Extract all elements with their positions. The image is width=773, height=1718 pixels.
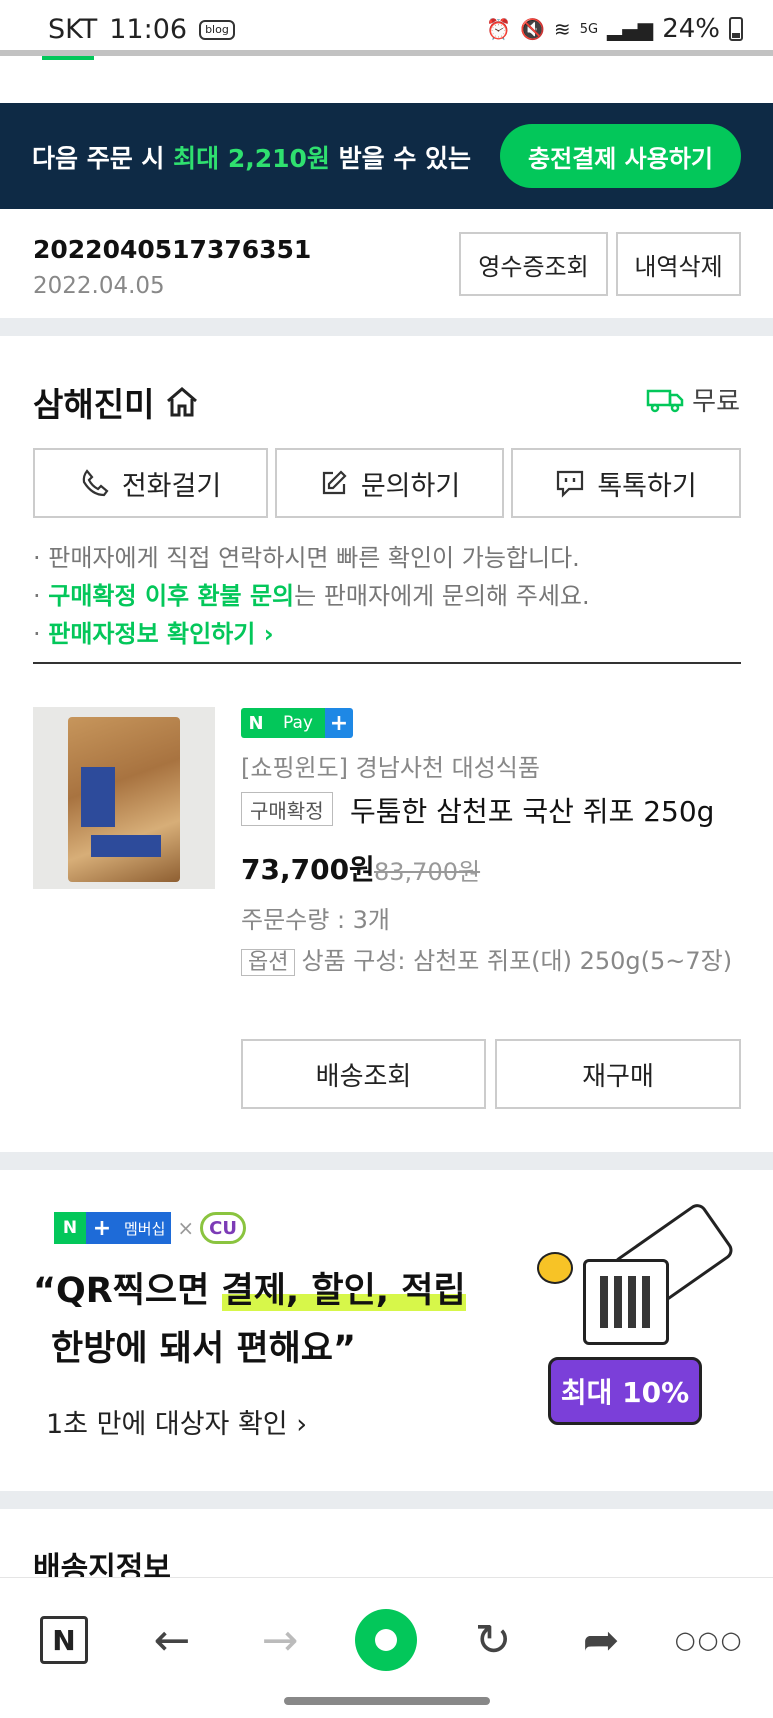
refresh-icon: ↻ (474, 1614, 512, 1666)
phone-icon (82, 469, 109, 497)
order-date: 2022.04.05 (33, 273, 165, 299)
notice-refund: · 구매확정 이후 환불 문의는 판매자에게 문의해 주세요. (33, 582, 590, 610)
promo-text: 다음 주문 시 최대 2,210원 받을 수 있는 (32, 144, 472, 173)
talk-button[interactable]: 톡톡하기 (511, 448, 741, 518)
store-home-icon[interactable] (164, 385, 200, 419)
share-button[interactable]: ➦ (569, 1608, 633, 1672)
carrier-label: SKT (48, 14, 98, 45)
clock: 11:06 (109, 14, 188, 45)
track-delivery-button[interactable]: 배송조회 (241, 1039, 486, 1109)
ad-headline: “QR찍으면 결제, 할인, 적립 한방에 돼서 편해요” (33, 1271, 466, 1369)
product-option: 옵션 상품 구성: 삼천포 쥐포(대) 250g(5~7장) (241, 942, 741, 982)
section-divider (0, 318, 773, 336)
battery-icon (729, 17, 743, 41)
divider-line (33, 662, 741, 664)
membership-cu-badge: N + 멤버십 × CU (54, 1212, 246, 1244)
refresh-button[interactable]: ↻ (461, 1608, 525, 1672)
order-quantity: 주문수량 : 3개 (241, 906, 391, 934)
status-bar-shadow (0, 50, 773, 56)
forward-button[interactable]: → (248, 1608, 312, 1672)
receipt-button[interactable]: 영수증조회 (459, 232, 608, 296)
network-5g-icon: 5G (579, 21, 599, 37)
call-button[interactable]: 전화걸기 (33, 448, 268, 518)
arrow-right-icon: → (261, 1614, 299, 1666)
edit-icon (322, 470, 347, 495)
home-indicator (284, 1697, 490, 1705)
promo-amount: 최대 2,210원 (173, 144, 330, 173)
alarm-icon: ⏰ (486, 17, 512, 41)
ad-check-link[interactable]: 1초 만에 대상자 확인 › (46, 1402, 307, 1441)
shipping-fee: 무료 (646, 381, 740, 418)
more-icon: ○○○ (674, 1626, 744, 1654)
active-tab-indicator (42, 56, 94, 60)
original-price: 83,700원 (374, 858, 481, 886)
product-thumbnail[interactable] (33, 707, 215, 889)
back-button[interactable]: ← (140, 1608, 204, 1672)
promo-banner[interactable]: 다음 주문 시 최대 2,210원 받을 수 있는 충전결제 사용하기 (0, 103, 773, 209)
mute-icon: 🔇 (520, 17, 545, 41)
chat-bubble-icon (557, 470, 584, 498)
green-dot-button[interactable] (354, 1608, 418, 1672)
status-bar: SKT 11:06 blog ⏰ 🔇 ≋ 5G ▂▄▆ 24% (0, 0, 773, 56)
qr-code-icon (583, 1259, 669, 1345)
order-number: 2022040517376351 (33, 235, 312, 264)
seller-name[interactable]: 삼해진미 (33, 378, 200, 426)
delivery-truck-icon (646, 389, 684, 412)
naver-logo-icon: N (40, 1616, 88, 1664)
delete-history-button[interactable]: 내역삭제 (616, 232, 741, 296)
product-name[interactable]: 두툼한 삼천포 국산 쥐포 250g (350, 790, 742, 830)
shop-name[interactable]: [쇼핑윈도] 경남사천 대성식품 (241, 748, 540, 783)
green-dot-icon (355, 1609, 417, 1671)
status-badge: 구매확정 (241, 792, 333, 826)
inquiry-button[interactable]: 문의하기 (275, 448, 504, 518)
seller-info-link[interactable]: · 판매자정보 확인하기 › (33, 614, 274, 649)
naver-home-button[interactable]: N (32, 1608, 96, 1672)
coin-icon (537, 1252, 573, 1284)
rebuy-button[interactable]: 재구매 (495, 1039, 741, 1109)
section-divider (0, 1491, 773, 1509)
notice-direct-contact: · 판매자에게 직접 연락하시면 빠른 확인이 가능합니다. (33, 544, 580, 572)
npay-plus-badge: N Pay + (241, 708, 353, 738)
signal-icon: ▂▄▆ (607, 17, 654, 41)
section-divider (0, 1152, 773, 1170)
discount-badge: 최대 10% (548, 1357, 702, 1425)
wifi-icon: ≋ (553, 17, 571, 41)
charge-pay-button[interactable]: 충전결제 사용하기 (500, 124, 741, 188)
arrow-left-icon: ← (153, 1614, 191, 1666)
battery-percent: 24% (662, 14, 720, 44)
product-price: 73,700원 (241, 853, 375, 886)
more-button[interactable]: ○○○ (674, 1608, 744, 1672)
share-icon: ➦ (582, 1614, 620, 1666)
blog-notification-icon: blog (199, 19, 235, 40)
option-tag: 옵션 (241, 949, 296, 976)
